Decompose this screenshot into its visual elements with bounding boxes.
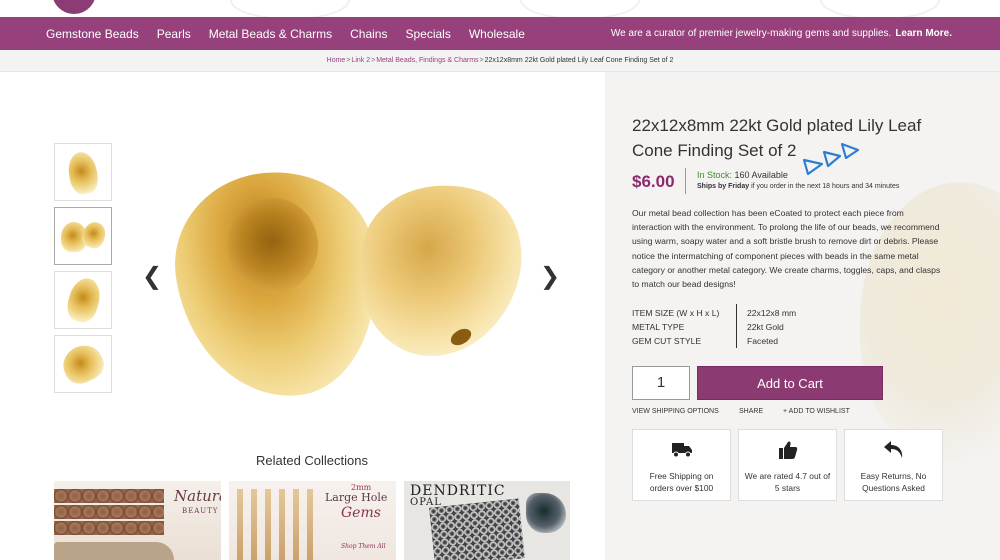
gold-cone-interior [228, 198, 318, 293]
breadcrumb-separator: > [371, 57, 376, 64]
bead-stick [307, 489, 313, 560]
thumbnail-4[interactable] [54, 335, 112, 393]
thumbnail-3[interactable] [54, 271, 112, 329]
collection-dendritic-opal[interactable]: DENDRITIC OPAL [404, 481, 570, 560]
add-to-cart-button[interactable]: Add to Cart [697, 366, 883, 400]
collection-large-hole-gems[interactable]: 2mm Large Hole Gems Shop Them All [229, 481, 396, 560]
spec-value: 22x12x8 mm [747, 308, 797, 318]
spec-row-item-size: ITEM SIZE (W x H x L) 22x12x8 mm [632, 306, 944, 320]
feature-text: We are rated 4.7 out of 5 stars [744, 471, 831, 493]
breadcrumb-current: 22x12x8mm 22kt Gold plated Lily Leaf Con… [484, 57, 674, 64]
breadcrumb: Home > Link 2 > Metal Beads, Findings & … [0, 50, 1000, 72]
spec-key: METAL TYPE [632, 322, 685, 332]
thumbnail-2[interactable] [54, 207, 112, 265]
annotation-arrow-icon [840, 142, 860, 160]
spec-row-gem-cut: GEM CUT STYLE Faceted [632, 334, 944, 348]
feature-text: Easy Returns, No Questions Asked [860, 471, 927, 493]
return-arrow-icon [845, 440, 942, 465]
opal-beads-tray [429, 498, 525, 560]
nav-gemstone-beads[interactable]: Gemstone Beads [46, 27, 139, 41]
decorative-swirl [230, 0, 350, 17]
spec-key: GEM CUT STYLE [632, 336, 702, 346]
price-divider [685, 168, 686, 194]
product-specs: ITEM SIZE (W x H x L) 22x12x8 mm METAL T… [632, 306, 944, 348]
ships-by-day: Ships by Friday [697, 183, 750, 190]
main-nav: Gemstone Beads Pearls Metal Beads & Char… [0, 17, 1000, 50]
prev-image-arrow-icon[interactable]: ❮ [142, 262, 162, 290]
stock-label: In Stock: [697, 170, 733, 180]
decorative-swirl [820, 0, 940, 17]
collection-shop-link: Shop Them All [341, 543, 386, 550]
product-description: Our metal bead collection has been eCoat… [632, 208, 941, 290]
collection-subtitle: BEAUTY [182, 507, 219, 515]
gold-cone-small [334, 161, 542, 378]
wood-slab [54, 542, 174, 560]
product-price: $6.00 [632, 172, 675, 191]
stock-value: 160 Available [734, 170, 788, 180]
bead-stick [265, 489, 271, 560]
bead-stick [237, 489, 243, 560]
beads-strand [54, 521, 164, 535]
feature-free-shipping: Free Shipping on orders over $100 [632, 429, 731, 501]
spec-key: ITEM SIZE (W x H x L) [632, 308, 720, 318]
thumbnail-image [63, 274, 105, 326]
thumbnail-1[interactable] [54, 143, 112, 201]
stock-status: In Stock: 160 Available [697, 170, 788, 180]
feature-rating: We are rated 4.7 out of 5 stars [738, 429, 837, 501]
breadcrumb-link-2[interactable]: Link 2 [351, 57, 370, 64]
truck-icon [633, 440, 730, 463]
nav-tagline: We are a curator of premier jewelry-maki… [611, 17, 952, 50]
related-collections-title: Related Collections [255, 453, 368, 468]
learn-more-link[interactable]: Learn More. [895, 28, 952, 39]
view-shipping-options-link[interactable]: VIEW SHIPPING OPTIONS [632, 408, 719, 415]
nav-chains[interactable]: Chains [350, 27, 387, 41]
beads-strand [54, 489, 164, 503]
site-logo[interactable] [52, 0, 96, 14]
collection-natural-beauty[interactable]: Natural BEAUTY [54, 481, 221, 560]
collection-subtitle: Gems [341, 505, 381, 521]
ships-by-detail: if you order in the next 18 hours and 34… [751, 183, 900, 190]
collection-title: Large Hole [325, 491, 388, 504]
thumbnail-image [65, 149, 101, 197]
breadcrumb-metal-beads[interactable]: Metal Beads, Findings & Charms [376, 57, 478, 64]
annotation-arrows-icon [802, 142, 860, 176]
feature-text: Free Shipping on orders over $100 [649, 471, 714, 493]
opal-pendant [526, 493, 566, 533]
spec-value: 22kt Gold [747, 322, 784, 332]
breadcrumb-home[interactable]: Home [327, 57, 346, 64]
nav-metal-beads-charms[interactable]: Metal Beads & Charms [209, 27, 332, 41]
bead-stick [251, 489, 257, 560]
shipping-estimate: Ships by Friday if you order in the next… [697, 183, 899, 190]
nav-pearls[interactable]: Pearls [157, 27, 191, 41]
next-image-arrow-icon[interactable]: ❯ [540, 262, 560, 290]
quantity-input[interactable]: 1 [632, 366, 690, 400]
decorative-swirl [520, 0, 640, 17]
spec-row-metal-type: METAL TYPE 22kt Gold [632, 320, 944, 334]
nav-specials[interactable]: Specials [405, 27, 450, 41]
feature-easy-returns: Easy Returns, No Questions Asked [844, 429, 943, 501]
thumbs-up-icon [739, 440, 836, 465]
beads-strand [54, 505, 164, 519]
share-link[interactable]: SHARE [739, 408, 763, 415]
breadcrumb-separator: > [479, 57, 484, 64]
bead-stick [293, 489, 299, 560]
top-strip [0, 0, 1000, 17]
collection-title: Natural [174, 487, 221, 505]
thumbnail-image [57, 339, 109, 389]
spec-value: Faceted [747, 336, 779, 346]
thumbs-up-icon-svg [778, 441, 797, 459]
annotation-arrow-icon [802, 158, 824, 176]
return-arrow-icon-svg [883, 441, 902, 458]
breadcrumb-separator: > [346, 57, 351, 64]
truck-icon-svg [671, 443, 692, 458]
bead-stick [279, 489, 285, 560]
nav-wholesale[interactable]: Wholesale [469, 27, 525, 41]
product-title: 22x12x8mm 22kt Gold plated Lily Leaf Con… [632, 116, 922, 160]
add-to-wishlist-link[interactable]: + ADD TO WISHLIST [783, 408, 850, 415]
main-product-image[interactable] [163, 159, 542, 410]
tagline-text: We are a curator of premier jewelry-maki… [610, 28, 892, 39]
annotation-arrow-icon [822, 150, 842, 168]
